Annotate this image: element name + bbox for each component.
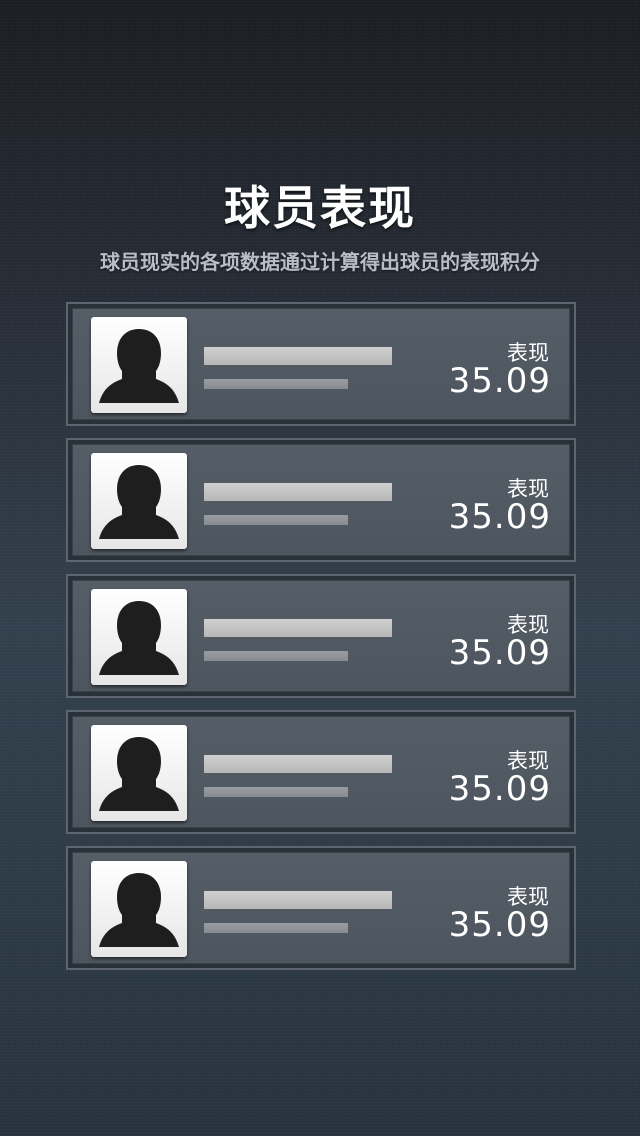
person-silhouette-icon	[91, 589, 187, 685]
player-list: 表现 35.09 表现 35.09 表现 35.09 表现 35.09 表现 3…	[66, 302, 576, 982]
person-silhouette-icon	[91, 725, 187, 821]
page-title: 球员表现	[224, 181, 416, 235]
player-card[interactable]: 表现 35.09	[66, 710, 576, 834]
person-silhouette-icon	[91, 317, 187, 413]
score-value: 35.09	[448, 905, 551, 945]
player-card[interactable]: 表现 35.09	[66, 438, 576, 562]
score-value: 35.09	[448, 769, 551, 809]
player-name-placeholder	[204, 347, 392, 365]
player-card[interactable]: 表现 35.09	[66, 574, 576, 698]
score-value: 35.09	[448, 497, 551, 537]
person-silhouette-icon	[91, 861, 187, 957]
score-value: 35.09	[448, 361, 551, 401]
player-name-placeholder	[204, 891, 392, 909]
player-info-placeholder	[204, 651, 348, 661]
player-info-placeholder	[204, 379, 348, 389]
player-name-placeholder	[204, 755, 392, 773]
player-name-placeholder	[204, 483, 392, 501]
score-value: 35.09	[448, 633, 551, 673]
player-info-placeholder	[204, 923, 348, 933]
player-info-placeholder	[204, 787, 348, 797]
person-silhouette-icon	[91, 453, 187, 549]
player-info-placeholder	[204, 515, 348, 525]
player-card[interactable]: 表现 35.09	[66, 302, 576, 426]
player-name-placeholder	[204, 619, 392, 637]
player-card[interactable]: 表现 35.09	[66, 846, 576, 970]
page-subtitle: 球员现实的各项数据通过计算得出球员的表现积分	[100, 250, 540, 274]
